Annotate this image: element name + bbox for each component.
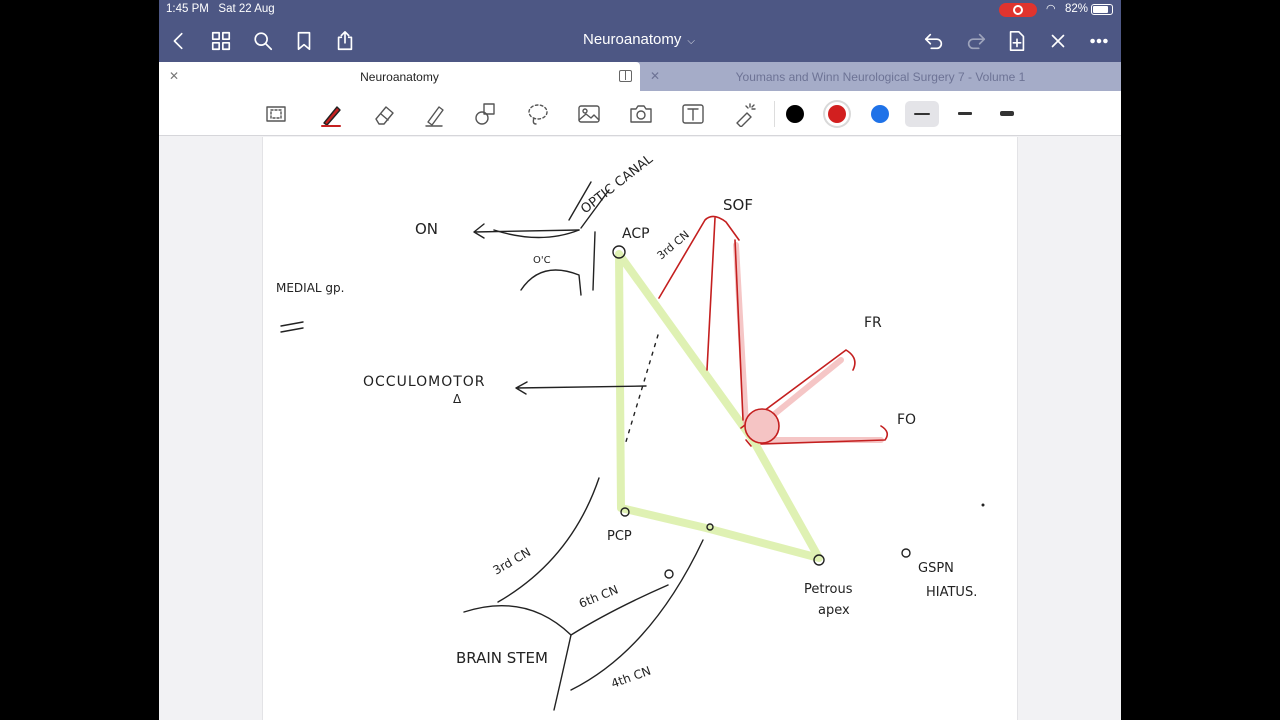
- stroke-thick-button[interactable]: [990, 101, 1024, 127]
- document-title[interactable]: Neuroanatomy ⌵: [579, 31, 699, 48]
- stroke-thin-button[interactable]: [905, 101, 939, 127]
- toolbar-divider: [774, 101, 775, 127]
- add-page-icon[interactable]: [1005, 29, 1029, 53]
- label-on: ON: [415, 220, 438, 238]
- navigation-bar: Neuroanatomy ⌵: [159, 20, 1121, 62]
- image-icon[interactable]: [575, 101, 603, 127]
- label-apex: apex: [818, 603, 850, 618]
- label-pcp: PCP: [607, 529, 632, 544]
- text-icon[interactable]: [679, 101, 707, 127]
- bookmark-icon[interactable]: [292, 29, 316, 53]
- screen-record-indicator: [999, 3, 1037, 17]
- label-sof: SOF: [723, 196, 753, 214]
- lasso-icon[interactable]: [524, 101, 552, 127]
- label-delta: Δ: [453, 392, 462, 406]
- label-petrous: Petrous: [804, 582, 853, 597]
- shapes-icon[interactable]: [472, 101, 500, 127]
- label-gspn: GSPN: [918, 561, 954, 576]
- label-third-cn-upper: 3rd CN: [655, 228, 692, 262]
- label-fr: FR: [864, 315, 882, 331]
- eraser-icon[interactable]: [370, 101, 398, 127]
- battery-percent: 82%: [1065, 3, 1089, 15]
- camera-icon[interactable]: [627, 101, 655, 127]
- label-oc: O'C: [533, 255, 551, 266]
- search-icon[interactable]: [251, 29, 275, 53]
- label-third-cn-lower: 3rd CN: [491, 545, 534, 578]
- stroke-medium-button[interactable]: [948, 101, 982, 127]
- undo-icon[interactable]: [922, 29, 946, 53]
- tab-bar: ✕ Neuroanatomy ✕ Youmans and Winn Neurol…: [159, 62, 1121, 91]
- color-swatch-blue[interactable]: [871, 105, 889, 123]
- laser-pointer-icon[interactable]: [731, 101, 759, 127]
- drawing-toolbar: [159, 91, 1121, 136]
- handwritten-labels: OPTIC CANAL ON O'C ACP 3rd CN SOF MEDIAL…: [276, 151, 977, 690]
- status-bar: 1:45 PM Sat 22 Aug ◠ 82%: [159, 0, 1121, 20]
- handwritten-drawing: OPTIC CANAL ON O'C ACP 3rd CN SOF MEDIAL…: [276, 151, 985, 711]
- tab-label: Neuroanatomy: [360, 70, 439, 84]
- share-icon[interactable]: [333, 29, 357, 53]
- note-page[interactable]: OPTIC CANAL ON O'C ACP 3rd CN SOF MEDIAL…: [262, 137, 1018, 720]
- chevron-down-icon: ⌵: [687, 36, 695, 47]
- tab-youmans[interactable]: ✕ Youmans and Winn Neurological Surgery …: [640, 62, 1121, 91]
- pen-icon[interactable]: [317, 101, 345, 127]
- zoom-icon[interactable]: [262, 101, 290, 127]
- label-brain-stem: BRAIN STEM: [456, 649, 548, 667]
- black-ink-strokes: [280, 181, 985, 711]
- label-occulomotor: OCCULOMOTOR: [363, 374, 486, 390]
- color-swatch-black[interactable]: [786, 105, 804, 123]
- back-icon[interactable]: [167, 29, 191, 53]
- label-acp: ACP: [622, 226, 650, 242]
- label-medial-gp: MEDIAL gp.: [276, 281, 344, 295]
- app-window: 1:45 PM Sat 22 Aug ◠ 82% Neuroanatomy ⌵ ✕…: [159, 0, 1121, 720]
- redo-icon[interactable]: [964, 29, 988, 53]
- label-hiatus: HIATUS.: [926, 585, 977, 600]
- color-swatch-red[interactable]: [828, 105, 846, 123]
- label-sixth-cn: 6th CN: [577, 582, 620, 610]
- grid-icon[interactable]: [209, 29, 233, 53]
- wifi-icon: ◠: [1046, 3, 1056, 15]
- split-view-icon[interactable]: [619, 70, 632, 82]
- label-fourth-cn: 4th CN: [609, 664, 652, 691]
- battery-icon: [1091, 4, 1113, 15]
- close-icon[interactable]: [1046, 29, 1070, 53]
- highlighter-icon[interactable]: [421, 101, 449, 127]
- more-icon[interactable]: [1087, 29, 1111, 53]
- label-fo: FO: [897, 412, 916, 428]
- tab-neuroanatomy[interactable]: ✕ Neuroanatomy: [159, 62, 640, 91]
- status-time: 1:45 PM Sat 22 Aug: [166, 3, 275, 15]
- tab-label: Youmans and Winn Neurological Surgery 7 …: [735, 70, 1026, 84]
